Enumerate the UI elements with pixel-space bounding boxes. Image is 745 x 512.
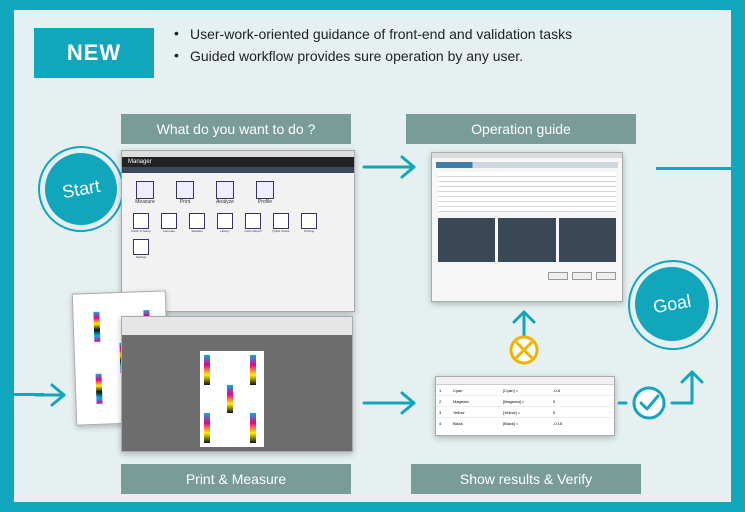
diagram-panel: NEW User-work-oriented guidance of front… <box>14 10 731 502</box>
check-circle-icon <box>632 386 666 420</box>
warning-cross-icon <box>509 335 539 365</box>
flow-arrows <box>34 155 704 420</box>
diagram-frame: NEW User-work-oriented guidance of front… <box>0 0 745 512</box>
